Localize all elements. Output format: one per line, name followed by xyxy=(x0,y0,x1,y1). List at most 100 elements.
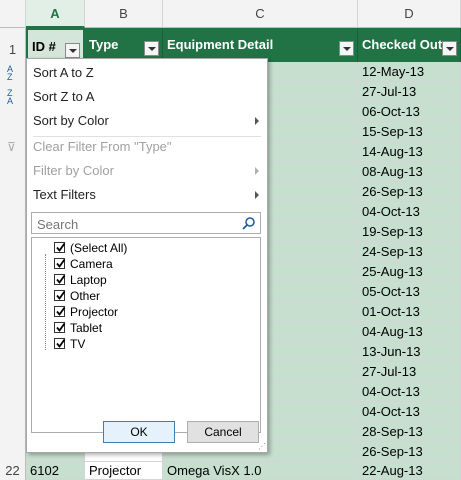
header-cell-equipment[interactable]: Equipment Detail xyxy=(163,28,358,62)
header-label: Equipment Detail xyxy=(167,37,274,52)
select-all-corner[interactable] xyxy=(0,0,26,28)
search-input[interactable] xyxy=(35,214,239,234)
checkmark-icon xyxy=(56,242,66,252)
row-header[interactable] xyxy=(0,382,26,402)
filter-value-label: Camera xyxy=(70,257,113,271)
submenu-arrow-icon xyxy=(255,167,259,175)
sort-z-to-a-item[interactable]: ZA Sort Z to A xyxy=(7,85,267,109)
checkbox[interactable] xyxy=(54,290,66,301)
row-header[interactable] xyxy=(0,342,26,362)
cell-checked-out[interactable]: 04-Oct-13 xyxy=(358,202,461,222)
column-header-a[interactable]: A xyxy=(26,0,85,28)
cell-checked-out[interactable]: 22-Aug-13 xyxy=(358,462,461,480)
row-header[interactable] xyxy=(0,362,26,382)
row-header[interactable] xyxy=(0,402,26,422)
sort-a-to-z-item[interactable]: AZ Sort A to Z xyxy=(7,61,267,85)
row-header[interactable] xyxy=(0,302,26,322)
cell-id[interactable]: 6102 xyxy=(26,462,85,480)
cell-checked-out[interactable]: 14-Aug-13 xyxy=(358,142,461,162)
cancel-button[interactable]: Cancel xyxy=(187,421,259,443)
cell-checked-out[interactable]: 05-Oct-13 xyxy=(358,282,461,302)
cell-checked-out[interactable]: 19-Sep-13 xyxy=(358,222,461,242)
row-header[interactable] xyxy=(0,442,26,462)
row-header[interactable] xyxy=(0,422,26,442)
row-header[interactable] xyxy=(0,222,26,242)
cell-checked-out[interactable]: 06-Oct-13 xyxy=(358,102,461,122)
checkmark-icon xyxy=(56,322,66,332)
tree-line xyxy=(45,254,47,350)
header-cell-checked-out[interactable]: Checked Out xyxy=(358,28,461,62)
checkbox[interactable] xyxy=(54,338,66,349)
filter-value-label: TV xyxy=(70,337,86,351)
checkmark-icon xyxy=(56,274,66,284)
cell-checked-out[interactable]: 25-Aug-13 xyxy=(358,262,461,282)
cell-checked-out[interactable]: 13-Jun-13 xyxy=(358,342,461,362)
row-header[interactable]: 22 xyxy=(0,462,26,480)
cell-checked-out[interactable]: 26-Sep-13 xyxy=(358,182,461,202)
sort-az-icon: AZ xyxy=(7,64,14,82)
row-header[interactable] xyxy=(0,322,26,342)
filter-values-list: (Select All) Camera Laptop Other Projector Ta… xyxy=(31,237,261,433)
menu-label: Sort by Color xyxy=(33,113,109,128)
cell-checked-out[interactable]: 26-Sep-13 xyxy=(358,442,461,462)
row-header[interactable] xyxy=(0,282,26,302)
filter-dropdown-button[interactable] xyxy=(442,41,457,56)
checkmark-icon xyxy=(56,306,66,316)
sort-by-color-item[interactable]: Sort by Color xyxy=(27,109,267,133)
checkbox[interactable] xyxy=(54,242,66,253)
menu-label: Clear Filter From "Type" xyxy=(33,139,172,154)
ok-button[interactable]: OK xyxy=(103,421,175,443)
checkbox[interactable] xyxy=(54,258,66,269)
filter-dropdown-button[interactable] xyxy=(339,41,354,56)
filter-by-color-item: Filter by Color xyxy=(27,159,267,183)
filter-dropdown-button[interactable] xyxy=(144,41,159,56)
cell-checked-out[interactable]: 08-Aug-13 xyxy=(358,162,461,182)
cell-checked-out[interactable]: 04-Oct-13 xyxy=(358,382,461,402)
checkbox[interactable] xyxy=(54,306,66,317)
cell-checked-out[interactable]: 01-Oct-13 xyxy=(358,302,461,322)
cell-checked-out[interactable]: 27-Jul-13 xyxy=(358,82,461,102)
filter-search-box xyxy=(31,212,261,234)
filter-dropdown-button[interactable] xyxy=(65,43,80,58)
checkmark-icon xyxy=(56,290,66,300)
row-header[interactable] xyxy=(0,102,26,122)
search-icon xyxy=(242,217,255,230)
clear-filter-item: ⊽ Clear Filter From "Type" xyxy=(7,135,267,159)
resize-grip-icon[interactable]: ⋰ xyxy=(258,443,266,451)
filter-value-label: Tablet xyxy=(70,321,103,335)
cell-checked-out[interactable]: 24-Sep-13 xyxy=(358,242,461,262)
menu-label: Sort Z to A xyxy=(33,89,95,104)
cell-checked-out[interactable]: 15-Sep-13 xyxy=(358,122,461,142)
column-header-b[interactable]: B xyxy=(85,0,163,28)
row-header[interactable] xyxy=(0,242,26,262)
filter-value-label: Laptop xyxy=(70,273,107,287)
cell-type[interactable]: Projector xyxy=(85,462,163,480)
text-filters-item[interactable]: Text Filters xyxy=(27,183,267,207)
row-header[interactable] xyxy=(0,162,26,182)
cell-checked-out[interactable]: 04-Oct-13 xyxy=(358,402,461,422)
menu-label: Sort A to Z xyxy=(33,65,94,80)
cell-checked-out[interactable]: 28-Sep-13 xyxy=(358,422,461,442)
cell-checked-out[interactable]: 12-May-13 xyxy=(358,62,461,82)
menu-label: Text Filters xyxy=(33,187,96,202)
checkmark-icon xyxy=(56,258,66,268)
cell-checked-out[interactable]: 04-Aug-13 xyxy=(358,322,461,342)
header-cell-id[interactable]: ID # xyxy=(26,28,85,62)
column-header-d[interactable]: D xyxy=(358,0,461,28)
row-header[interactable] xyxy=(0,262,26,282)
row-header[interactable]: 1 xyxy=(0,28,26,62)
submenu-arrow-icon xyxy=(255,117,259,125)
cell-equipment[interactable]: Omega VisX 1.0 xyxy=(163,462,358,480)
checkbox[interactable] xyxy=(54,322,66,333)
header-cell-type[interactable]: Type xyxy=(85,28,163,62)
header-label: Type xyxy=(89,37,119,52)
row-header[interactable] xyxy=(0,202,26,222)
checkbox[interactable] xyxy=(54,274,66,285)
cell-checked-out[interactable]: 27-Jul-13 xyxy=(358,362,461,382)
column-header-c[interactable]: C xyxy=(163,0,358,28)
filter-value-label: (Select All) xyxy=(70,241,128,255)
checkmark-icon xyxy=(56,338,66,348)
row-header[interactable] xyxy=(0,182,26,202)
sort-za-icon: ZA xyxy=(7,88,14,106)
submenu-arrow-icon xyxy=(255,191,259,199)
